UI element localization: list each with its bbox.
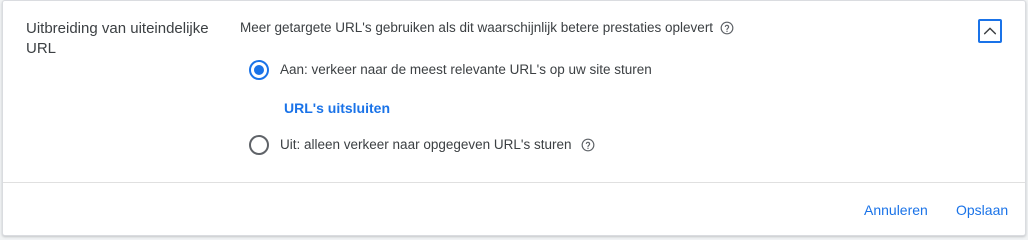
help-icon[interactable] [581, 138, 595, 152]
radio-off[interactable] [249, 135, 269, 155]
option-off-label: Uit: alleen verkeer naar opgegeven URL's… [280, 137, 572, 152]
section-title: Uitbreiding van uiteindelijke URL [26, 20, 209, 57]
option-on[interactable]: Aan: verkeer naar de meest relevante URL… [249, 60, 652, 80]
divider [3, 182, 1025, 183]
radio-on[interactable] [249, 60, 269, 80]
chevron-up-icon [982, 23, 998, 39]
collapse-button[interactable] [978, 19, 1002, 43]
exclude-urls-link[interactable]: URL's uitsluiten [284, 98, 390, 118]
option-off[interactable]: Uit: alleen verkeer naar opgegeven URL's… [249, 135, 595, 155]
description-text: Meer getargete URL's gebruiken als dit w… [240, 20, 714, 35]
radio-dot [254, 65, 264, 75]
help-icon[interactable] [720, 21, 734, 35]
url-expansion-card: Uitbreiding van uiteindelijke URL Meer g… [2, 0, 1026, 236]
section-description: Meer getargete URL's gebruiken als dit w… [240, 18, 734, 38]
option-on-label: Aan: verkeer naar de meest relevante URL… [280, 62, 652, 77]
save-button[interactable]: Opslaan [956, 200, 1008, 220]
cancel-button[interactable]: Annuleren [864, 200, 928, 220]
